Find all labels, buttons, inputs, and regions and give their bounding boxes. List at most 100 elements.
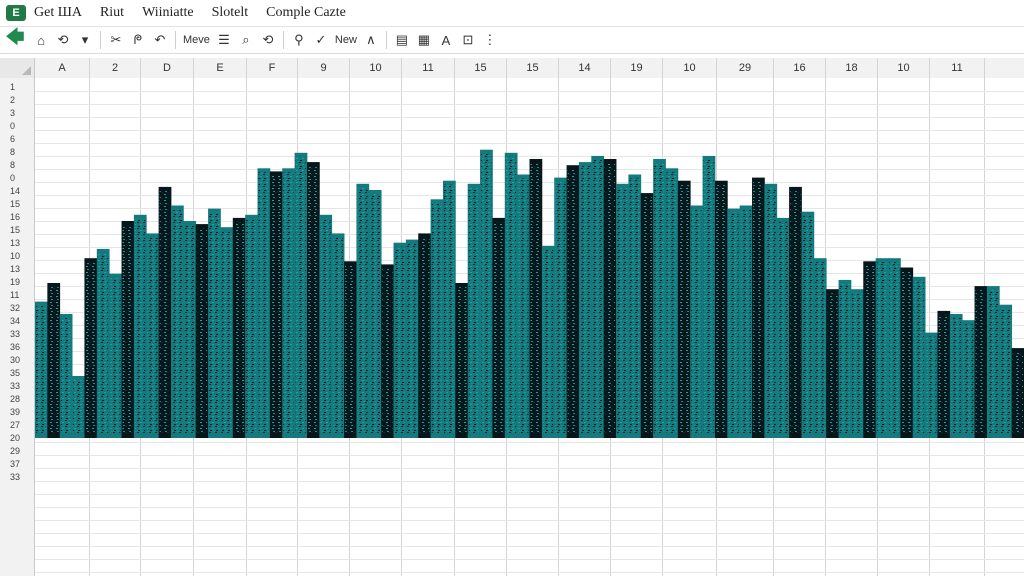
row-header[interactable]: 1: [0, 81, 34, 94]
row-header[interactable]: 28: [0, 393, 34, 406]
chart-bar-texture: [876, 262, 888, 434]
column-header[interactable]: F: [247, 58, 298, 78]
chart-bar-texture: [493, 221, 504, 434]
row-header[interactable]: 6: [0, 133, 34, 146]
app-icon[interactable]: E: [6, 5, 26, 21]
row-header[interactable]: 11: [0, 289, 34, 302]
row-header[interactable]: 8: [0, 159, 34, 172]
border-dropdown-icon[interactable]: ⊡: [457, 30, 479, 50]
dropdown-icon[interactable]: ▾: [74, 30, 96, 50]
move-button[interactable]: Meve: [180, 30, 213, 50]
chart-bar-texture: [443, 184, 455, 434]
row-header[interactable]: 15: [0, 224, 34, 237]
pin-icon[interactable]: ⚲: [288, 30, 310, 50]
menu-lines-icon[interactable]: ☰: [213, 30, 235, 50]
chart-bar-texture: [456, 287, 467, 434]
check-icon[interactable]: ✓: [310, 30, 332, 50]
home-icon[interactable]: ⌂: [30, 30, 52, 50]
chart-bar-texture: [839, 283, 850, 434]
chart-bar-texture: [740, 209, 752, 434]
row-header[interactable]: 39: [0, 406, 34, 419]
search-icon[interactable]: ⌕: [235, 30, 257, 50]
row-header[interactable]: 3: [0, 107, 34, 120]
column-header[interactable]: 14: [559, 58, 611, 78]
chart-bar-texture: [938, 314, 949, 434]
column-header[interactable]: 16: [774, 58, 826, 78]
chart-bar-texture: [728, 212, 739, 434]
filter-icon[interactable]: ⟲: [257, 30, 279, 50]
chart-bar-texture: [963, 324, 974, 434]
caret-up-icon[interactable]: ∧: [360, 30, 382, 50]
column-header[interactable]: E: [194, 58, 247, 78]
column-header[interactable]: 2: [90, 58, 141, 78]
row-header[interactable]: 13: [0, 263, 34, 276]
menu-item-4[interactable]: Comple Cazte: [266, 5, 346, 21]
column-header[interactable]: 11: [930, 58, 985, 78]
menu-item-2[interactable]: Wiiniatte: [142, 5, 194, 21]
chart-bar-texture: [901, 271, 912, 434]
column-header[interactable]: 18: [826, 58, 878, 78]
row-header[interactable]: 29: [0, 445, 34, 458]
column-header[interactable]: 15: [507, 58, 559, 78]
row-header[interactable]: 2: [0, 94, 34, 107]
row-header[interactable]: 36: [0, 341, 34, 354]
column-header[interactable]: 10: [663, 58, 717, 78]
row-header[interactable]: 19: [0, 276, 34, 289]
chart-bar-texture: [666, 172, 677, 435]
column-header[interactable]: 19: [611, 58, 663, 78]
row-header[interactable]: 0: [0, 172, 34, 185]
column-header[interactable]: 9: [298, 58, 350, 78]
row-header[interactable]: 16: [0, 211, 34, 224]
spreadsheet-grid: A 2 D E F 9 10 11 15 15 14 19 10 29 16 18 10 11 123068801…: [0, 58, 1024, 576]
chart-bar-texture: [73, 380, 84, 434]
undo-icon[interactable]: ↶: [149, 30, 171, 50]
chart-bar-texture: [851, 293, 863, 434]
row-header[interactable]: 8: [0, 146, 34, 159]
column-header[interactable]: D: [141, 58, 194, 78]
column-header[interactable]: 29: [717, 58, 774, 78]
chart-bar-texture: [283, 172, 294, 435]
row-header[interactable]: 34: [0, 315, 34, 328]
select-all-corner[interactable]: [0, 58, 35, 78]
row-header[interactable]: 33: [0, 471, 34, 484]
menu-item-3[interactable]: Slotelt: [212, 5, 249, 21]
row-header[interactable]: 30: [0, 354, 34, 367]
chart-bar-texture: [60, 318, 72, 434]
column-header[interactable]: 15: [455, 58, 507, 78]
column-header[interactable]: 11: [402, 58, 455, 78]
sheet-icon[interactable]: ▤: [391, 30, 413, 50]
more-icon[interactable]: ⋮: [479, 30, 501, 50]
menu-item-0[interactable]: Get ШA: [34, 5, 82, 21]
refresh-icon[interactable]: ⟲: [52, 30, 74, 50]
chart-bar-texture: [654, 163, 665, 434]
cut-icon[interactable]: ✂: [105, 30, 127, 50]
row-header[interactable]: 27: [0, 419, 34, 432]
column-header[interactable]: A: [35, 58, 90, 78]
back-arrow-icon[interactable]: 🡄: [0, 27, 30, 50]
row-header[interactable]: 33: [0, 380, 34, 393]
chart-bar-texture: [790, 190, 801, 434]
new-button[interactable]: New: [332, 30, 360, 50]
row-header[interactable]: 32: [0, 302, 34, 315]
row-header[interactable]: 15: [0, 198, 34, 211]
row-header[interactable]: 14: [0, 185, 34, 198]
row-header[interactable]: 20: [0, 432, 34, 445]
font-color-icon[interactable]: A: [435, 30, 457, 50]
chart-bar-texture: [85, 262, 96, 434]
column-header[interactable]: 10: [878, 58, 930, 78]
note-icon[interactable]: ▦: [413, 30, 435, 50]
format-icon[interactable]: ᖘ: [127, 30, 149, 50]
row-header[interactable]: 13: [0, 237, 34, 250]
column-header[interactable]: 10: [350, 58, 402, 78]
chart-bar-texture: [295, 156, 306, 435]
row-header[interactable]: 35: [0, 367, 34, 380]
row-header[interactable]: 33: [0, 328, 34, 341]
chart-bar-texture: [221, 231, 232, 434]
row-header[interactable]: 37: [0, 458, 34, 471]
chart-bar-texture: [691, 209, 702, 434]
row-header[interactable]: 10: [0, 250, 34, 263]
chart-bar-texture: [641, 197, 653, 434]
cell-area[interactable]: [35, 78, 1024, 576]
menu-item-1[interactable]: Riut: [100, 5, 124, 21]
row-header[interactable]: 0: [0, 120, 34, 133]
